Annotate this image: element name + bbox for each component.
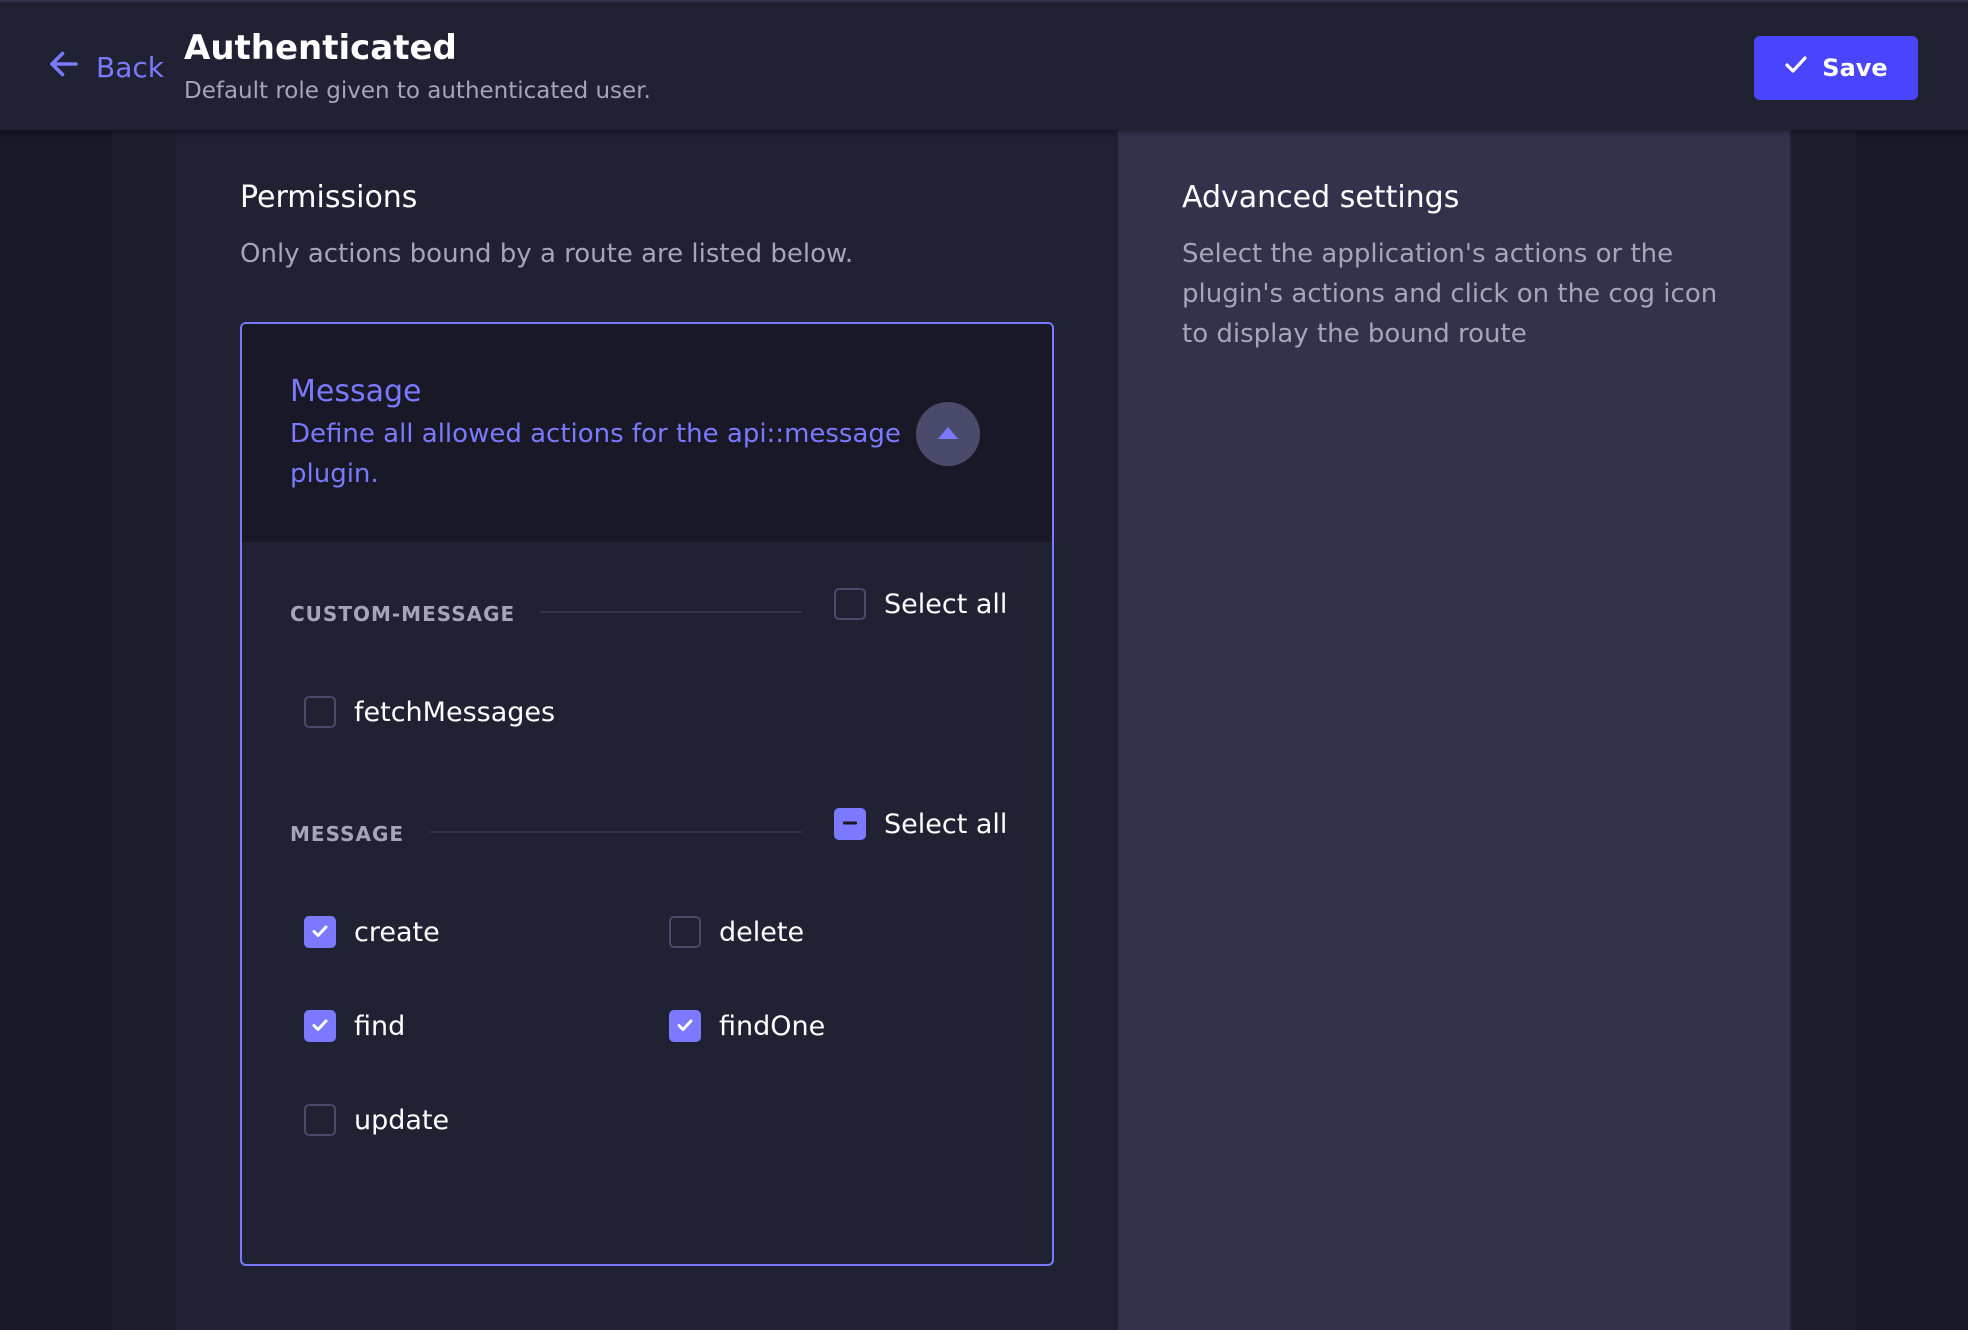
left-gutter-inner: [112, 0, 176, 1330]
advanced-settings-description: Select the application's actions or the …: [1182, 239, 1718, 349]
permission-label: findOne: [719, 1010, 826, 1042]
permissions-description: Only actions bound by a route are listed…: [240, 239, 854, 269]
accordion-header[interactable]: Message Define all allowed actions for t…: [242, 324, 1052, 542]
select-all-custom-message[interactable]: Select all: [834, 588, 1007, 620]
checkbox[interactable]: [304, 916, 336, 948]
back-link[interactable]: Back: [46, 46, 164, 89]
page-subtitle: Default role given to authenticated user…: [184, 78, 651, 104]
arrow-left-icon: [46, 46, 82, 89]
group-label-custom-message: CUSTOM-MESSAGE: [290, 602, 516, 626]
permission-label: fetchMessages: [354, 696, 556, 728]
left-gutter: [0, 0, 112, 1330]
group-divider: [540, 611, 802, 613]
permission-delete[interactable]: delete: [669, 916, 804, 948]
permission-label: update: [354, 1104, 450, 1136]
page-title: Authenticated: [184, 28, 457, 68]
select-all-checkbox[interactable]: [834, 588, 866, 620]
caret-up-icon: [937, 425, 959, 444]
permission-findone[interactable]: findOne: [669, 1010, 825, 1042]
checkbox[interactable]: [304, 1104, 336, 1136]
message-accordion: Message Define all allowed actions for t…: [240, 322, 1054, 1266]
select-all-label: Select all: [884, 808, 1008, 840]
permission-label: find: [354, 1010, 406, 1042]
save-label: Save: [1822, 54, 1888, 82]
right-gutter-inner: [1792, 0, 1856, 1330]
right-gutter: [1856, 0, 1968, 1330]
permission-label: delete: [719, 916, 805, 948]
group-label-message: MESSAGE: [290, 822, 405, 846]
page-header: Back Authenticated Default role given to…: [0, 0, 1968, 130]
back-label: Back: [96, 51, 164, 84]
select-all-label: Select all: [884, 588, 1008, 620]
checkbox[interactable]: [669, 1010, 701, 1042]
select-all-checkbox[interactable]: [834, 808, 866, 840]
permission-create[interactable]: create: [304, 916, 440, 948]
permission-fetchmessages[interactable]: fetchMessages: [304, 696, 555, 728]
accordion-title: Message: [290, 374, 422, 409]
check-icon: [1784, 53, 1808, 83]
permission-find[interactable]: find: [304, 1010, 405, 1042]
accordion-toggle-button[interactable]: [916, 402, 980, 466]
check-icon: [310, 917, 330, 948]
checkbox[interactable]: [304, 1010, 336, 1042]
minus-icon: [840, 809, 860, 840]
check-icon: [675, 1011, 695, 1042]
save-button[interactable]: Save: [1754, 36, 1918, 100]
accordion-description: Define all allowed actions for the api::…: [290, 419, 901, 489]
checkbox[interactable]: [304, 696, 336, 728]
checkbox[interactable]: [669, 916, 701, 948]
select-all-message[interactable]: Select all: [834, 808, 1007, 840]
permissions-title: Permissions: [240, 180, 418, 215]
permission-label: create: [354, 916, 440, 948]
group-divider: [430, 831, 802, 833]
check-icon: [310, 1011, 330, 1042]
permission-update[interactable]: update: [304, 1104, 449, 1136]
advanced-settings-title: Advanced settings: [1182, 180, 1460, 215]
